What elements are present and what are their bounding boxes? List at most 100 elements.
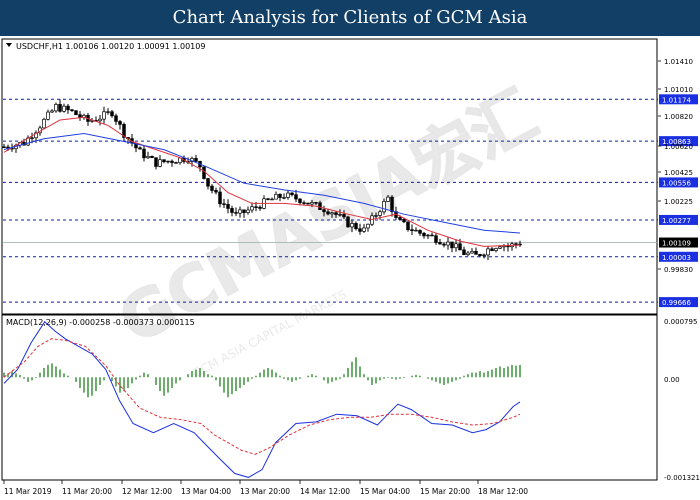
candle-body xyxy=(346,216,350,228)
candle-body xyxy=(318,202,322,211)
candle-body xyxy=(474,250,478,255)
candle-body xyxy=(270,198,274,201)
x-tick-label: 11 Mar 2019 xyxy=(4,487,52,496)
level-label: 1.00277 xyxy=(662,217,691,225)
candle-body xyxy=(406,221,410,231)
candle-body xyxy=(330,212,334,215)
candle-body xyxy=(386,196,390,202)
candle-body xyxy=(234,212,238,214)
candle-body xyxy=(254,206,258,208)
candle-body xyxy=(250,206,254,211)
candle xyxy=(74,110,78,116)
candle-body xyxy=(238,209,242,214)
candle-body xyxy=(310,202,314,205)
candle xyxy=(42,117,46,129)
candle-body xyxy=(306,202,310,205)
y-tick-label: 0.99830 xyxy=(664,266,693,274)
y-tick-label: 1.01410 xyxy=(664,58,693,66)
candle-body xyxy=(446,241,450,246)
candle-body xyxy=(258,206,262,209)
candle-body xyxy=(274,193,278,200)
y-tick-label: 1.01010 xyxy=(664,86,693,94)
candle-body xyxy=(430,234,434,237)
candle-body xyxy=(410,229,414,231)
candle-body xyxy=(418,229,422,234)
level-label: 1.00003 xyxy=(662,254,691,262)
candle-body xyxy=(106,111,110,113)
candle-body xyxy=(294,194,298,200)
candle-body xyxy=(202,166,206,179)
candle-body xyxy=(54,104,58,112)
candle-body xyxy=(246,209,250,213)
chart-area: GCMASIA宏汇 GCM ASIA CAPITAL MARKETS 1.011… xyxy=(0,36,700,500)
x-tick-label: 15 Mar 20:00 xyxy=(420,487,470,496)
candle-body xyxy=(290,192,294,196)
macd-label: MACD(12,26,9) -0.000258 -0.000373 0.0001… xyxy=(6,318,195,327)
candle-body xyxy=(298,198,302,204)
level-label: 0.99666 xyxy=(662,299,691,307)
candle-body xyxy=(158,159,162,167)
candle-body xyxy=(162,159,166,163)
y-tick-label: 1.00820 xyxy=(664,113,693,121)
candle-body xyxy=(70,109,74,112)
candle-body xyxy=(366,223,370,229)
candle-body xyxy=(214,190,218,193)
candle-body xyxy=(458,243,462,251)
candle-body xyxy=(218,191,222,205)
candle-body xyxy=(470,250,474,254)
x-tick-label: 12 Mar 12:00 xyxy=(122,487,172,496)
chart-background xyxy=(0,36,700,500)
candle-body xyxy=(402,218,406,223)
candle-body xyxy=(242,209,246,213)
x-tick-label: 18 Mar 12:00 xyxy=(478,487,528,496)
x-tick-label: 15 Mar 04:00 xyxy=(360,487,410,496)
candle-body xyxy=(514,243,518,245)
candle-body xyxy=(210,185,214,191)
candle-body xyxy=(350,223,354,228)
candle-body xyxy=(142,148,146,159)
candle-body xyxy=(374,215,378,217)
candle-body xyxy=(146,156,150,159)
candle-body xyxy=(110,111,114,117)
candle-body xyxy=(166,160,170,163)
level-label: 1.01174 xyxy=(662,96,691,104)
candle-body xyxy=(118,121,122,125)
x-tick-label: 11 Mar 20:00 xyxy=(62,487,112,496)
current-price-label: 1.00109 xyxy=(662,240,691,248)
candle-body xyxy=(358,228,362,232)
candle-body xyxy=(438,242,442,245)
candle-body xyxy=(2,146,6,149)
candle-body xyxy=(154,157,158,167)
candle-body xyxy=(66,105,70,111)
candle-body xyxy=(30,137,34,139)
candle-body xyxy=(362,227,366,232)
macd-y-tick-label: 0.00 xyxy=(664,376,680,384)
candle-body xyxy=(486,248,490,256)
candle-body xyxy=(230,208,234,213)
candle-body xyxy=(222,203,226,205)
symbol-label: USDCHF,H1 1.00106 1.00120 1.00091 1.0010… xyxy=(16,42,205,51)
candle-body xyxy=(426,234,430,237)
candle-body xyxy=(338,214,342,216)
candle-body xyxy=(170,160,174,163)
level-label: 1.00556 xyxy=(662,179,691,187)
candle-body xyxy=(454,243,458,249)
candle-body xyxy=(138,147,142,150)
candle-body xyxy=(278,193,282,198)
candle xyxy=(346,215,350,228)
y-tick-label: 1.00225 xyxy=(664,198,693,206)
candle-body xyxy=(314,202,318,204)
candle xyxy=(202,166,206,180)
candle-body xyxy=(382,201,386,213)
candle-body xyxy=(114,115,118,122)
candle-body xyxy=(398,217,402,220)
candle-body xyxy=(194,158,198,162)
x-tick-label: 13 Mar 04:00 xyxy=(181,487,231,496)
candle-body xyxy=(174,162,178,164)
candle-body xyxy=(370,215,374,225)
y-tick-label: 1.00425 xyxy=(664,169,693,177)
x-tick-label: 14 Mar 12:00 xyxy=(300,487,350,496)
candle-body xyxy=(102,111,106,120)
candle-body xyxy=(78,114,82,118)
candle-body xyxy=(302,202,306,204)
